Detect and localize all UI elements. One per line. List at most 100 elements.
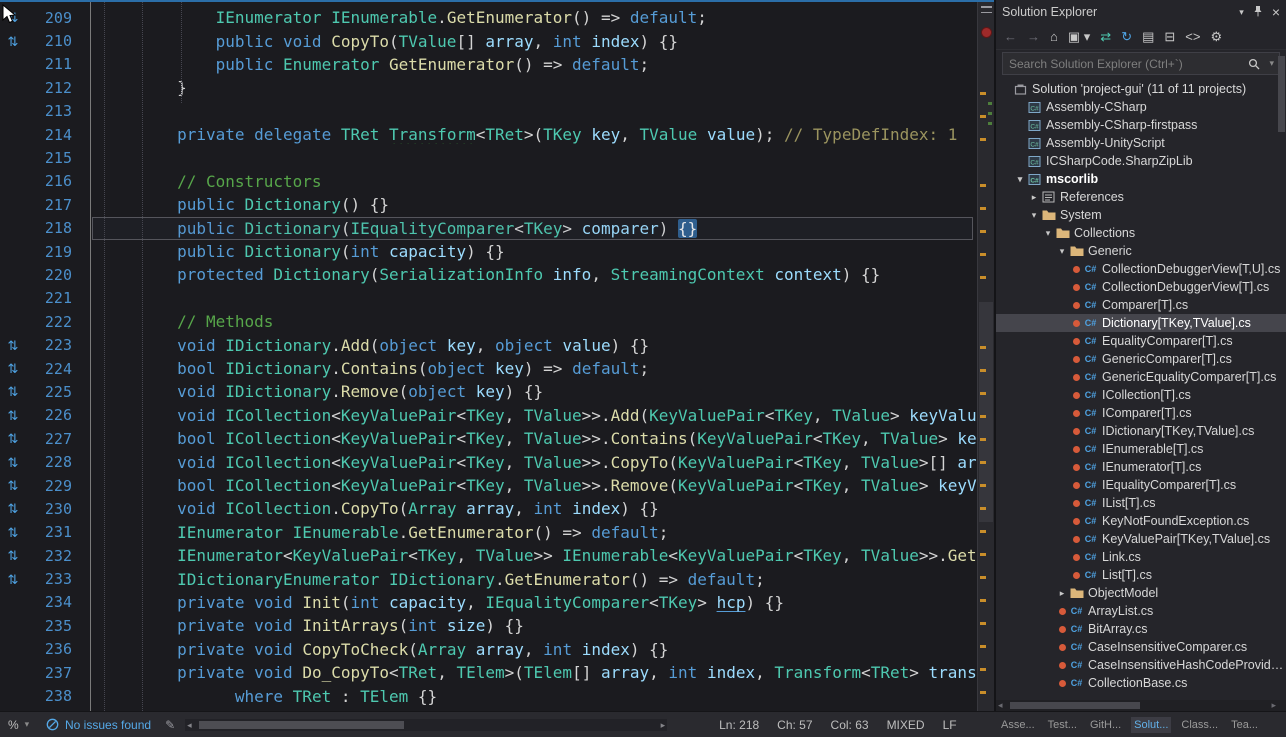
scroll-right-icon[interactable]: ▸: [1271, 700, 1276, 711]
char-indicator[interactable]: Ch: 57: [777, 718, 812, 732]
tree-item-collections[interactable]: ▾Collections: [996, 224, 1286, 242]
tree-item-assembly-csharp-firstpass[interactable]: C#Assembly-CSharp-firstpass: [996, 116, 1286, 134]
tree-item-assembly-csharp[interactable]: C#Assembly-CSharp: [996, 98, 1286, 116]
code-line[interactable]: ⇅225 void IDictionary.Remove(object key)…: [0, 380, 977, 403]
chevron-expanded-icon[interactable]: ▾: [1042, 228, 1054, 239]
implements-arrows-icon[interactable]: ⇅: [0, 456, 26, 469]
code-line[interactable]: 215: [0, 146, 977, 169]
implements-arrows-icon[interactable]: ⇅: [0, 432, 26, 445]
scroll-left-icon[interactable]: ◂: [998, 700, 1003, 711]
tree-item-generic[interactable]: ▾Generic: [996, 242, 1286, 260]
code-line[interactable]: 214 private delegate TRet Transform<TRet…: [0, 123, 977, 146]
code-editor[interactable]: ⇅209 IEnumerator IEnumerable.GetEnumerat…: [0, 0, 994, 711]
line-indicator[interactable]: Ln: 218: [719, 718, 759, 732]
zoom-control[interactable]: % ▾: [4, 718, 46, 732]
code-line[interactable]: ⇅231 IEnumerator IEnumerable.GetEnumerat…: [0, 521, 977, 544]
pin-icon[interactable]: [1253, 5, 1263, 20]
code-line[interactable]: 219 public Dictionary(int capacity) {}: [0, 240, 977, 263]
back-icon[interactable]: ←: [1004, 30, 1017, 43]
eol-indicator[interactable]: LF: [943, 718, 957, 732]
code-line[interactable]: 234 private void Init(int capacity, IEqu…: [0, 591, 977, 614]
code-line[interactable]: ⇅226 void ICollection<KeyValuePair<TKey,…: [0, 404, 977, 427]
tool-window-tab-test[interactable]: Test...: [1045, 717, 1080, 733]
implements-arrows-icon[interactable]: ⇅: [0, 362, 26, 375]
implements-arrows-icon[interactable]: ⇅: [0, 11, 26, 24]
document-health-indicator[interactable]: No issues found: [46, 718, 151, 732]
implements-arrows-icon[interactable]: ⇅: [0, 339, 26, 352]
tree-item-idictionary-tkey-tvalue-cs[interactable]: C#IDictionary[TKey,TValue].cs: [996, 422, 1286, 440]
implements-arrows-icon[interactable]: ⇅: [0, 409, 26, 422]
horizontal-scrollbar-thumb[interactable]: [199, 721, 404, 729]
tree-item-genericcomparer-t-cs[interactable]: C#GenericComparer[T].cs: [996, 350, 1286, 368]
tool-window-tab-gith[interactable]: GitH...: [1087, 717, 1124, 733]
code-line[interactable]: ⇅227 bool ICollection<KeyValuePair<TKey,…: [0, 427, 977, 450]
tree-item-icollection-t-cs[interactable]: C#ICollection[T].cs: [996, 386, 1286, 404]
tree-item-link-cs[interactable]: C#Link.cs: [996, 548, 1286, 566]
tree-item-ienumerable-t-cs[interactable]: C#IEnumerable[T].cs: [996, 440, 1286, 458]
tool-window-tab-solut[interactable]: Solut...: [1131, 717, 1171, 733]
view-selector-icon[interactable]: ▣ ▾: [1068, 30, 1090, 43]
tree-horizontal-scrollbar[interactable]: ◂ ▸: [996, 700, 1286, 711]
implements-arrows-icon[interactable]: ⇅: [0, 479, 26, 492]
code-line[interactable]: ⇅209 IEnumerator IEnumerable.GetEnumerat…: [0, 6, 977, 29]
tree-item-equalitycomparer-t-cs[interactable]: C#EqualityComparer[T].cs: [996, 332, 1286, 350]
search-input[interactable]: [1002, 52, 1280, 75]
show-all-files-icon[interactable]: ▤: [1142, 30, 1154, 43]
column-indicator[interactable]: Col: 63: [831, 718, 869, 732]
chevron-expanded-icon[interactable]: ▾: [1028, 210, 1040, 221]
vertical-scrollbar-thumb[interactable]: [979, 302, 993, 522]
code-line[interactable]: 212 }: [0, 76, 977, 99]
tree-item-dictionary-tkey-tvalue-cs[interactable]: C#Dictionary[TKey,TValue].cs: [996, 314, 1286, 332]
code-line[interactable]: 237 private void Do_CopyTo<TRet, TElem>(…: [0, 661, 977, 684]
tool-window-tab-tea[interactable]: Tea...: [1228, 717, 1261, 733]
search-options-chevron-icon[interactable]: ▾: [1269, 58, 1274, 69]
tree-item-keyvaluepair-tkey-tvalue-cs[interactable]: C#KeyValuePair[TKey,TValue].cs: [996, 530, 1286, 548]
implements-arrows-icon[interactable]: ⇅: [0, 573, 26, 586]
implements-arrows-icon[interactable]: ⇅: [0, 526, 26, 539]
tree-item-comparer-t-cs[interactable]: C#Comparer[T].cs: [996, 296, 1286, 314]
code-line[interactable]: 235 private void InitArrays(int size) {}: [0, 614, 977, 637]
tree-item-solution-project-gui-11-of-11-projects-[interactable]: Solution 'project-gui' (11 of 11 project…: [996, 80, 1286, 98]
code-line[interactable]: 213: [0, 100, 977, 123]
search-icon[interactable]: [1248, 57, 1260, 75]
code-line[interactable]: 222 // Methods: [0, 310, 977, 333]
tree-item-ienumerator-t-cs[interactable]: C#IEnumerator[T].cs: [996, 458, 1286, 476]
implements-arrows-icon[interactable]: ⇅: [0, 549, 26, 562]
code-line[interactable]: ⇅232 IEnumerator<KeyValuePair<TKey, TVal…: [0, 544, 977, 567]
tree-item-icomparer-t-cs[interactable]: C#IComparer[T].cs: [996, 404, 1286, 422]
tree-item-bitarray-cs[interactable]: C#BitArray.cs: [996, 620, 1286, 638]
tree-item-icsharpcode-sharpziplib[interactable]: C#ICSharpCode.SharpZipLib: [996, 152, 1286, 170]
tree-item-iequalitycomparer-t-cs[interactable]: C#IEqualityComparer[T].cs: [996, 476, 1286, 494]
window-position-icon[interactable]: ▾: [1239, 7, 1244, 18]
chevron-collapsed-icon[interactable]: ▸: [1028, 192, 1040, 203]
implements-arrows-icon[interactable]: ⇅: [0, 35, 26, 48]
code-line[interactable]: 221: [0, 287, 977, 310]
code-line[interactable]: ⇅228 void ICollection<KeyValuePair<TKey,…: [0, 450, 977, 473]
code-line[interactable]: 239 private static KeyValuePair<TKey, TV…: [0, 708, 977, 711]
tree-item-assembly-unityscript[interactable]: C#Assembly-UnityScript: [996, 134, 1286, 152]
tree-item-arraylist-cs[interactable]: C#ArrayList.cs: [996, 602, 1286, 620]
chevron-expanded-icon[interactable]: ▾: [1056, 246, 1068, 257]
tree-vertical-scrollbar-thumb[interactable]: [1278, 56, 1285, 132]
tree-item-ilist-t-cs[interactable]: C#IList[T].cs: [996, 494, 1286, 512]
view-code-icon[interactable]: <>: [1185, 30, 1200, 43]
tree-item-collectiondebuggerview-t-u-cs[interactable]: C#CollectionDebuggerView[T,U].cs: [996, 260, 1286, 278]
refresh-icon[interactable]: ↻: [1121, 30, 1132, 43]
tree-item-objectmodel[interactable]: ▸ObjectModel: [996, 584, 1286, 602]
tree-item-collectionbase-cs[interactable]: C#CollectionBase.cs: [996, 674, 1286, 692]
document-health-error-icon[interactable]: [981, 27, 992, 38]
code-line[interactable]: ⇅230 void ICollection.CopyTo(Array array…: [0, 497, 977, 520]
code-line[interactable]: ⇅229 bool ICollection<KeyValuePair<TKey,…: [0, 474, 977, 497]
tree-item-keynotfoundexception-cs[interactable]: C#KeyNotFoundException.cs: [996, 512, 1286, 530]
tree-item-collectiondebuggerview-t-cs[interactable]: C#CollectionDebuggerView[T].cs: [996, 278, 1286, 296]
implements-arrows-icon[interactable]: ⇅: [0, 385, 26, 398]
code-line[interactable]: 220 protected Dictionary(SerializationIn…: [0, 263, 977, 286]
home-icon[interactable]: ⌂: [1050, 30, 1058, 43]
implements-arrows-icon[interactable]: ⇅: [0, 502, 26, 515]
scroll-left-icon[interactable]: ◂: [187, 719, 192, 731]
code-line[interactable]: 236 private void CopyToCheck(Array array…: [0, 638, 977, 661]
sync-active-document-icon[interactable]: ⇄: [1100, 30, 1111, 43]
tool-window-tab-class[interactable]: Class...: [1178, 717, 1221, 733]
horizontal-scrollbar-thumb[interactable]: [1010, 702, 1140, 709]
scroll-right-icon[interactable]: ▸: [661, 719, 666, 731]
